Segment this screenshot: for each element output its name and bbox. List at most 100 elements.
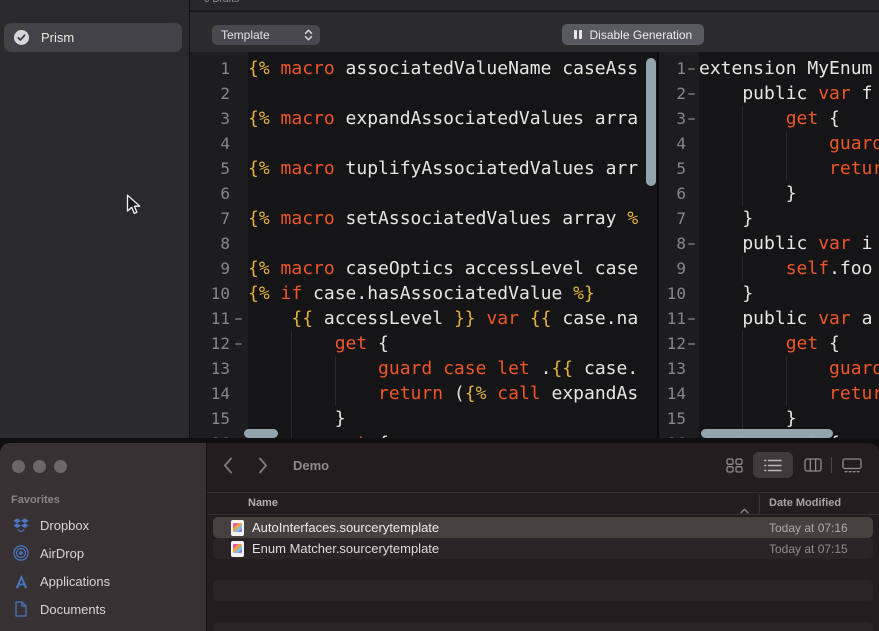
template-type-dropdown[interactable]: Template <box>212 25 320 45</box>
fold-marker-icon[interactable] <box>688 318 695 320</box>
code-line: 6 } <box>659 181 879 206</box>
editor-top-strip: 0 Drafts <box>190 0 879 11</box>
line-number: 11 <box>211 306 230 331</box>
template-type-dropdown-label: Template <box>221 28 270 42</box>
code-line: 2 <box>190 81 657 106</box>
line-number: 10 <box>667 281 686 306</box>
fold-marker-icon[interactable] <box>688 68 695 70</box>
sidebar-item-documents[interactable]: Documents <box>0 595 206 623</box>
column-header-date-modified[interactable]: Date Modified <box>769 497 841 509</box>
code-line: 12 get { <box>190 331 657 356</box>
code-line: 1{% macro associatedValueName caseAss <box>190 56 657 81</box>
line-number: 11 <box>667 306 686 331</box>
line-number: 16 <box>211 431 230 438</box>
finder-sidebar: Favorites DropboxAirDropApplicationsDocu… <box>0 443 206 631</box>
line-number: 13 <box>211 356 230 381</box>
zoom-button[interactable] <box>54 460 67 473</box>
horizontal-scrollbar-thumb-right[interactable] <box>701 429 833 438</box>
code-line: 14 return <box>659 381 879 406</box>
vertical-scrollbar-thumb[interactable] <box>646 58 656 186</box>
sidebar-item-label: Dropbox <box>40 518 89 533</box>
finder-window: Favorites DropboxAirDropApplicationsDocu… <box>0 443 879 631</box>
applications-icon <box>12 574 30 589</box>
line-number: 2 <box>676 81 686 106</box>
file-name: AutoInterfaces.sourcerytemplate <box>252 520 439 535</box>
sidebar-item-label: Documents <box>40 602 106 617</box>
close-button[interactable] <box>12 460 25 473</box>
dropbox-icon <box>12 518 30 533</box>
line-number: 6 <box>220 181 230 206</box>
fold-marker-icon[interactable] <box>688 93 695 95</box>
code-line: 3{% macro expandAssociatedValues arra <box>190 106 657 131</box>
view-icons-button[interactable] <box>720 452 748 478</box>
line-number: 8 <box>220 231 230 256</box>
checkmark-circle-icon[interactable] <box>14 30 29 45</box>
pause-icon <box>574 30 582 39</box>
code-line: 11 public var a <box>659 306 879 331</box>
line-number: 10 <box>211 281 230 306</box>
code-line: 15 } <box>659 406 879 431</box>
view-gallery-button[interactable] <box>836 452 868 478</box>
code-line: 13 guard case let .{{ case. <box>190 356 657 381</box>
generated-code-editor[interactable]: 1extension MyEnum2 public var f3 get {4 … <box>659 52 879 438</box>
line-number: 14 <box>667 381 686 406</box>
line-number: 3 <box>220 106 230 131</box>
airdrop-icon <box>12 545 30 561</box>
line-number: 8 <box>676 231 686 256</box>
sidebar-item-airdrop[interactable]: AirDrop <box>0 539 206 567</box>
split-editors: 1{% macro associatedValueName caseAss23{… <box>190 52 879 438</box>
documents-icon <box>12 601 30 617</box>
fold-marker-icon[interactable] <box>688 343 695 345</box>
fold-marker-icon[interactable] <box>235 343 242 345</box>
code-line: 7{% macro setAssociatedValues array % <box>190 206 657 231</box>
line-number: 1 <box>220 56 230 81</box>
finder-toolbar: Demo <box>207 443 879 492</box>
toolbar-separator <box>831 457 832 473</box>
fold-marker-icon[interactable] <box>688 118 695 120</box>
editor-toolbar: Template Disable Generation <box>190 12 879 52</box>
disable-generation-button[interactable]: Disable Generation <box>562 24 704 45</box>
clipped-header-label: 0 Drafts <box>204 0 239 5</box>
view-columns-button[interactable] <box>799 452 827 478</box>
horizontal-scrollbar-thumb-left[interactable] <box>244 429 278 438</box>
table-row[interactable]: AutoInterfaces.sourcerytemplate Today at … <box>213 517 873 538</box>
template-editor[interactable]: 1{% macro associatedValueName caseAss23{… <box>190 52 657 438</box>
list-column-headers: Name Date Modified <box>207 492 879 515</box>
template-list-item-prism[interactable]: Prism <box>4 23 182 52</box>
list-view-icon <box>764 459 782 472</box>
code-line: 9{% macro caseOptics accessLevel case <box>190 256 657 281</box>
code-line: 4 guard <box>659 131 879 156</box>
forward-button[interactable] <box>258 457 268 477</box>
line-number: 4 <box>220 131 230 156</box>
file-date-modified: Today at 07:16 <box>769 521 848 535</box>
sidebar-item-label: Applications <box>40 574 110 589</box>
code-line: 11 {{ accessLevel }} var {{ case.na <box>190 306 657 331</box>
code-line: 4 <box>190 131 657 156</box>
window-title: Demo <box>293 458 329 473</box>
code-line: 5{% macro tuplifyAssociatedValues arr <box>190 156 657 181</box>
view-list-button[interactable] <box>753 452 793 478</box>
line-number: 1 <box>676 56 686 81</box>
back-button[interactable] <box>223 457 233 477</box>
line-number: 14 <box>211 381 230 406</box>
column-divider[interactable] <box>759 495 760 513</box>
minimize-button[interactable] <box>33 460 46 473</box>
line-number: 5 <box>676 156 686 181</box>
line-number: 16 <box>667 431 686 438</box>
sourcery-editor-area: 0 Drafts Template Disable Generation 1{%… <box>190 0 879 438</box>
file-date-modified: Today at 07:15 <box>769 542 848 556</box>
fold-marker-icon[interactable] <box>235 318 242 320</box>
code-line: 10 } <box>659 281 879 306</box>
code-line: 1extension MyEnum <box>659 56 879 81</box>
code-line: 8 public var i <box>659 231 879 256</box>
fold-marker-icon[interactable] <box>688 243 695 245</box>
sidebar-item-dropbox[interactable]: Dropbox <box>0 511 206 539</box>
column-header-name[interactable]: Name <box>248 497 278 509</box>
line-number: 7 <box>220 206 230 231</box>
empty-row <box>213 622 873 631</box>
sidebar-item-applications[interactable]: Applications <box>0 567 206 595</box>
code-line: 3 get { <box>659 106 879 131</box>
table-row[interactable]: Enum Matcher.sourcerytemplateToday at 07… <box>213 538 873 559</box>
line-number: 9 <box>676 256 686 281</box>
chevron-up-down-icon <box>304 29 313 41</box>
